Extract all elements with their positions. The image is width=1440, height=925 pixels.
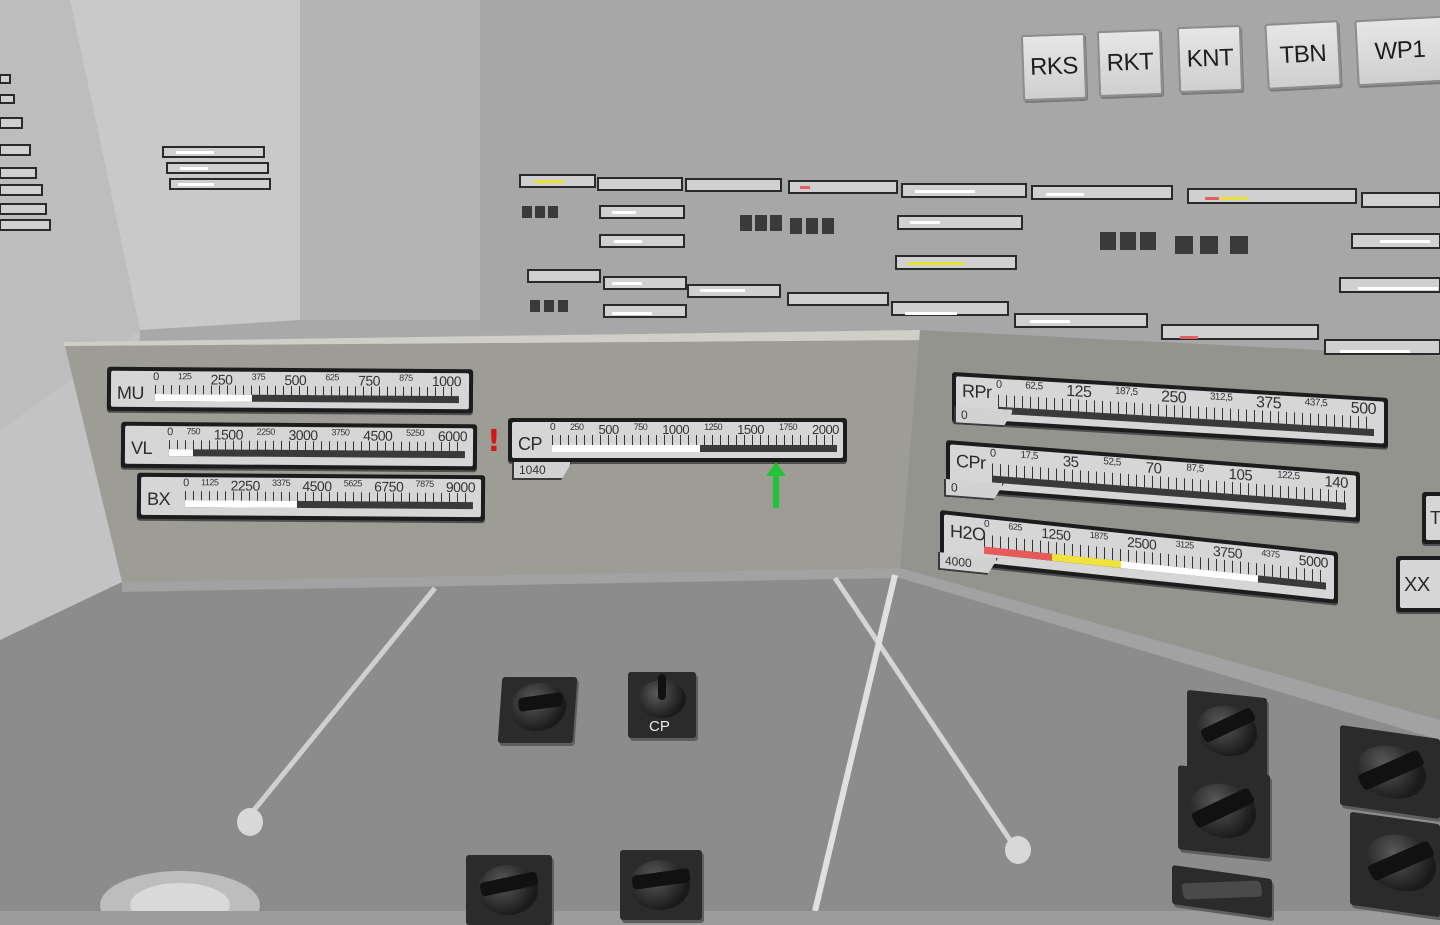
rotary-switch[interactable] (466, 855, 552, 925)
meter-label: H2O (950, 521, 986, 545)
warning-icon: ! (487, 424, 501, 459)
level-fill (154, 394, 253, 402)
meter-face: XX (1400, 560, 1440, 608)
level-track (168, 449, 465, 459)
annunciator-rkt: RKT (1096, 28, 1164, 98)
cp-rotary-switch[interactable]: CP (628, 672, 696, 738)
level-track (154, 394, 459, 404)
rotary-switch[interactable] (1340, 724, 1440, 820)
tick-label: 0 (984, 518, 990, 531)
tick-label: 1875 (1089, 529, 1108, 542)
level-track (552, 445, 837, 452)
cp-knob-label: CP (649, 718, 670, 735)
meter-label: RPr (962, 380, 992, 403)
level-track (184, 500, 473, 510)
meter-cp: CP 0 250 500 750 1000 1250 1500 1750 200… (508, 418, 847, 462)
rotary-switch[interactable] (497, 677, 578, 743)
meter-label: CPr (956, 450, 986, 474)
rotary-switch[interactable] (620, 850, 702, 920)
tick-label: 3125 (1175, 538, 1194, 551)
meter-label: XX (1404, 574, 1430, 596)
rotary-switch[interactable] (1178, 765, 1270, 859)
meter-label: T (1430, 508, 1440, 528)
meter-vl: VL 0 750 1500 2250 3000 3750 4500 5250 6… (120, 421, 478, 471)
annunciator-rks: RKS (1020, 32, 1088, 102)
meter-label: VL (130, 437, 153, 458)
meter-mu: MU 0 125 250 375 500 625 750 875 1000 (106, 366, 474, 414)
level-fill (552, 445, 701, 452)
partial-meter-t: T (1422, 492, 1440, 544)
tick-label: 625 (1008, 521, 1022, 533)
meter-label: MU (116, 382, 145, 403)
meter-bx: BX 0 1125 2250 3375 4500 5625 6750 7875 … (136, 472, 486, 522)
meter-face: CP 0 250 500 750 1000 1250 1500 1750 200… (512, 422, 843, 458)
rotary-handle (1181, 880, 1263, 900)
meter-face: BX 0 1125 2250 3375 4500 5625 6750 7875 … (140, 476, 482, 518)
meter-label: BX (146, 488, 171, 510)
green-up-arrow-icon (766, 462, 786, 508)
rotary-switch[interactable] (1350, 811, 1440, 918)
level-fill (168, 449, 193, 457)
partial-meter-xx: XX (1396, 556, 1440, 612)
annunciator-knt: KNT (1176, 24, 1244, 94)
tick-label: 4375 (1261, 547, 1280, 560)
meter-label: CP (518, 434, 543, 454)
annunciator-wp1: WP1 (1354, 15, 1440, 87)
annunciator-tbn: TBN (1264, 20, 1342, 90)
level-fill (184, 500, 298, 508)
tick-label: 0 (990, 447, 996, 460)
meter-face: VL 0 750 1500 2250 3000 3750 4500 5250 6… (124, 425, 474, 467)
meter-face: MU 0 125 250 375 500 625 750 875 1000 (110, 370, 470, 410)
rotary-handle (658, 674, 666, 700)
meter-face: T (1426, 496, 1440, 540)
rotary-switch[interactable] (1187, 689, 1267, 779)
